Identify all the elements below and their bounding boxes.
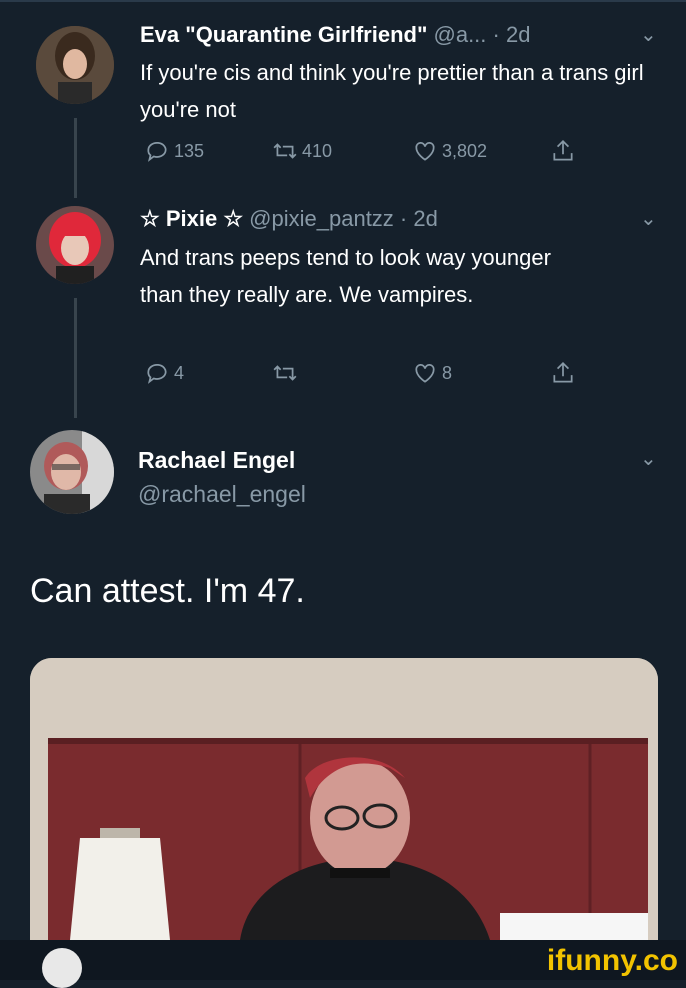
avatar xyxy=(42,948,82,988)
avatar[interactable] xyxy=(30,430,114,514)
top-divider xyxy=(0,0,686,2)
share-button[interactable] xyxy=(550,138,580,164)
tweet-actions: 4 8 xyxy=(140,360,600,390)
watermark: ifunny.co xyxy=(546,944,678,977)
tweet-header: Eva "Quarantine Girlfriend" @a... · 2d xyxy=(140,22,530,48)
retweet-icon xyxy=(273,365,297,381)
retweet-count: 410 xyxy=(302,140,333,161)
reply-count: 135 xyxy=(174,140,205,161)
tweet-actions: 135 410 3,802 xyxy=(140,138,600,168)
reply-icon xyxy=(147,141,167,162)
reply-count: 4 xyxy=(174,362,185,383)
avatar[interactable] xyxy=(36,26,114,104)
tweet-photo[interactable] xyxy=(30,658,658,940)
user-handle[interactable]: @a... xyxy=(434,22,487,47)
retweet-button[interactable] xyxy=(272,360,302,386)
heart-icon xyxy=(415,142,435,161)
share-button[interactable] xyxy=(550,360,580,386)
timestamp: · 2d xyxy=(492,22,531,47)
user-handle[interactable]: @rachael_engel xyxy=(138,481,306,508)
tweet-text: If you're cis and think you're prettier … xyxy=(140,60,644,122)
chevron-down-icon[interactable]: ⌄ xyxy=(640,22,657,47)
display-name[interactable]: Eva "Quarantine Girlfriend" xyxy=(140,22,427,47)
reply-icon xyxy=(147,363,167,384)
retweet-icon xyxy=(273,143,297,159)
share-icon xyxy=(553,140,573,161)
thread-line xyxy=(74,118,77,198)
heart-icon xyxy=(415,364,435,383)
thread-line xyxy=(74,298,77,418)
like-button[interactable]: 8 xyxy=(412,360,452,386)
chevron-down-icon[interactable]: ⌄ xyxy=(640,206,657,231)
reply-button[interactable]: 135 xyxy=(144,138,204,164)
display-name[interactable]: ☆ Pixie ☆ xyxy=(140,206,243,231)
chevron-down-icon[interactable]: ⌄ xyxy=(640,446,657,471)
display-name[interactable]: Rachael Engel xyxy=(138,447,295,474)
like-count: 8 xyxy=(442,362,453,383)
reply-button[interactable]: 4 xyxy=(144,360,184,386)
user-handle[interactable]: @pixie_pantzz · 2d xyxy=(249,206,438,231)
tweet-text: Can attest. I'm 47. xyxy=(30,572,305,610)
tweet-text: And trans peeps tend to look way younger… xyxy=(140,245,551,307)
like-button[interactable]: 3,802 xyxy=(412,138,487,164)
avatar[interactable] xyxy=(36,206,114,284)
tweet-header: ☆ Pixie ☆ @pixie_pantzz · 2d xyxy=(140,206,438,232)
retweet-button[interactable]: 410 xyxy=(272,138,332,164)
like-count: 3,802 xyxy=(442,140,488,161)
share-icon xyxy=(553,362,573,383)
